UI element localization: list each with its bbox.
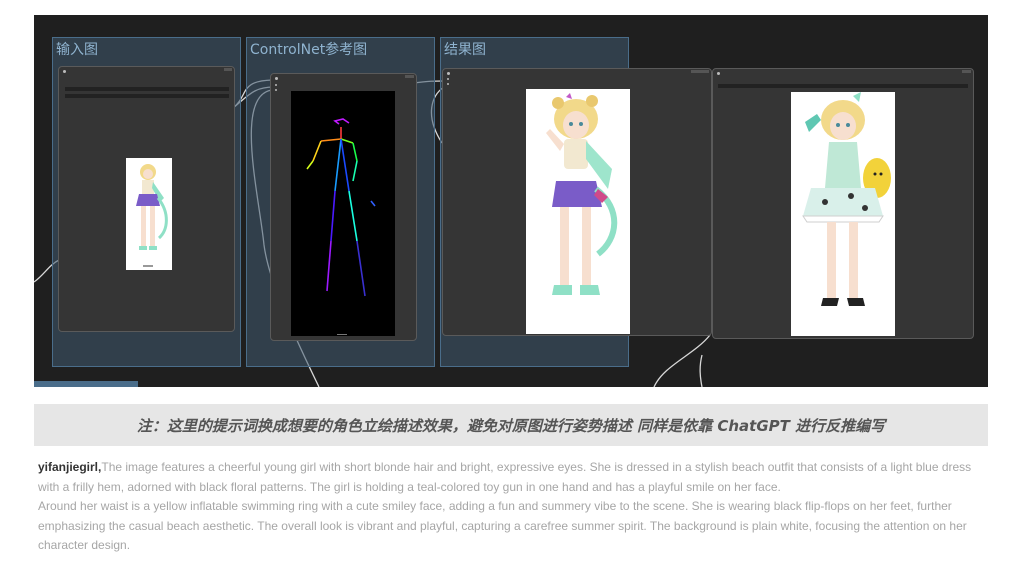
openpose-skeleton — [306, 118, 376, 297]
node-badge — [962, 70, 971, 73]
input-port[interactable] — [447, 78, 449, 80]
input-image-preview — [126, 158, 172, 270]
group-controlnet[interactable]: ControlNet参考图 — [246, 37, 435, 367]
result-image-pose-preview — [526, 89, 630, 334]
image-select-field[interactable] — [65, 87, 229, 91]
node-controlnet-preprocessor[interactable] — [270, 73, 417, 341]
node-collapse-dot[interactable] — [447, 72, 450, 75]
image-select-field[interactable] — [718, 84, 968, 88]
input-port[interactable] — [447, 83, 449, 85]
prompt-paragraph-1: yifanjiegirl,The image features a cheerf… — [38, 458, 983, 497]
pose-image-preview — [291, 91, 395, 336]
link-result-bottom-2 — [699, 354, 703, 387]
group-input[interactable]: 输入图 — [52, 37, 241, 367]
node-badge — [691, 70, 709, 73]
note-text: 注：这里的提示词换成想要的角色立绘描述效果，避免对原图进行姿势描述 同样是依靠 … — [136, 417, 886, 435]
node-preview-image-2[interactable] — [712, 68, 974, 339]
group-title-input: 输入图 — [56, 42, 98, 58]
bottom-group-tab[interactable] — [34, 381, 138, 387]
image-size-caption — [337, 334, 347, 335]
result-image-final — [791, 92, 895, 336]
input-port[interactable] — [275, 84, 277, 86]
prompt-trigger-keyword: yifanjiegirl, — [38, 460, 102, 474]
group-title-result: 结果图 — [444, 42, 486, 58]
node-badge — [405, 75, 414, 78]
group-title-controlnet: ControlNet参考图 — [250, 42, 368, 58]
prompt-paragraph-2: Around her waist is a yellow inflatable … — [38, 499, 967, 552]
note-banner: 注：这里的提示词换成想要的角色立绘描述效果，避免对原图进行姿势描述 同样是依靠 … — [34, 404, 988, 446]
prompt-description: yifanjiegirl,The image features a cheerf… — [38, 458, 983, 556]
input-port[interactable] — [275, 89, 277, 91]
node-collapse-dot[interactable] — [717, 72, 720, 75]
upload-button[interactable] — [65, 94, 229, 98]
link-result-bottom — [653, 334, 711, 387]
prompt-text-1: The image features a cheerful young girl… — [38, 460, 972, 494]
node-collapse-dot[interactable] — [275, 77, 278, 80]
node-load-image[interactable] — [58, 66, 235, 332]
anime-girl-beach-outfit — [802, 92, 891, 306]
node-preview-image-1[interactable] — [442, 68, 712, 336]
anime-girl-thumbnail — [136, 164, 168, 250]
node-collapse-dot[interactable] — [63, 70, 66, 73]
image-size-caption — [143, 265, 153, 267]
workflow-canvas[interactable]: 输入图 ControlNet参考图 结果图 — [34, 15, 988, 387]
node-badge — [224, 68, 232, 71]
anime-girl-result-1 — [546, 93, 618, 295]
